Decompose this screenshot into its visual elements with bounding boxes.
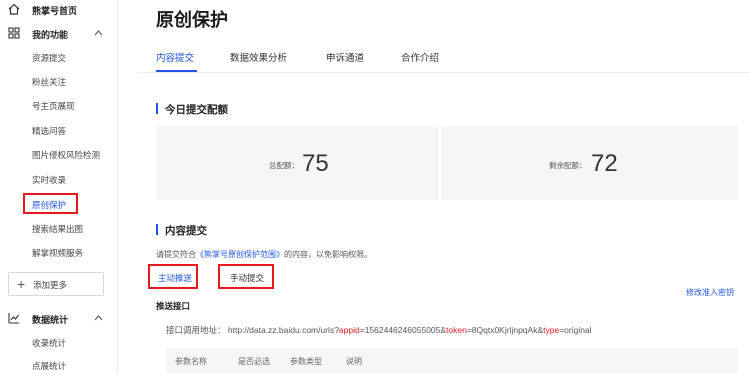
active-highlight-box: [23, 193, 78, 214]
chevron-up-icon[interactable]: [94, 314, 103, 322]
chevron-up-icon[interactable]: [94, 29, 103, 37]
sidebar-item-label: 收录统计: [32, 338, 67, 348]
sidebar-item-resource-submit[interactable]: 资源提交: [0, 48, 118, 66]
protection-scope-link[interactable]: 《熊掌号原创保护范围》: [196, 250, 284, 259]
endpoint-base: http://data.zz.baidu.com/urls?: [227, 325, 339, 335]
remaining-quota-card: 剩余配额： 72: [441, 126, 738, 200]
sidebar-item-label: 图片侵权风险检测: [32, 150, 101, 160]
total-quota-card: 总配额： 75: [156, 126, 438, 200]
table-header-cell: 参数类型: [290, 357, 322, 366]
modify-key-link[interactable]: 修改准入密钥: [686, 287, 734, 298]
param-token-val: =8Qqtx0KjrljnpqAk&: [466, 325, 544, 335]
tab-data-analysis[interactable]: 数据效果分析: [230, 50, 287, 64]
sidebar-group-data-stats[interactable]: 数据统计: [0, 309, 118, 327]
tab-content-submit[interactable]: 内容提交: [156, 50, 194, 64]
table-header-cell: 参数名称: [175, 357, 207, 366]
section-title-content-submit: 内容提交: [156, 223, 207, 238]
sidebar-item-home[interactable]: 熊掌号首页: [0, 0, 118, 18]
total-quota-label: 总配额：: [269, 161, 299, 170]
sub-tab-manual-submit[interactable]: 手动提交: [218, 264, 274, 289]
sidebar-item-label: 熊掌号首页: [32, 6, 78, 16]
desc-suffix: 的内容，以免影响权限。: [284, 250, 372, 259]
sidebar-item-index-stats[interactable]: 收录统计: [0, 333, 118, 351]
table-header-cell: 是否必选: [238, 357, 270, 366]
endpoint-label: 接口调用地址：: [166, 325, 226, 335]
add-more-button[interactable]: + 添加更多: [8, 272, 104, 296]
param-appid-val: =1562446246055005&: [359, 325, 447, 335]
sidebar-item-label: 实时收录: [32, 175, 67, 185]
sidebar-group-label: 我的功能: [32, 30, 69, 40]
sidebar-item-fans[interactable]: 粉丝关注: [0, 72, 118, 90]
sub-tab-label: 手动提交: [230, 273, 265, 283]
desc-prefix: 请提交符合: [156, 250, 196, 259]
sidebar-item-label: 资源提交: [32, 53, 67, 63]
param-type-key: type: [543, 325, 560, 335]
table-header-cell: 说明: [346, 357, 362, 366]
submit-description: 请提交符合《熊掌号原创保护范围》的内容，以免影响权限。: [156, 249, 372, 260]
total-quota-value: 75: [302, 150, 329, 177]
sidebar-item-qa[interactable]: 精选问答: [0, 121, 118, 139]
sidebar-item-label: 号主页展现: [32, 101, 75, 111]
sidebar-item-label: 粉丝关注: [32, 77, 67, 87]
sub-tab-active-push[interactable]: 主动推送: [148, 264, 198, 289]
sidebar: 熊掌号首页 我的功能 资源提交 粉丝关注 号主页展现 精选问答 图片侵权风险检测…: [0, 0, 118, 374]
sidebar-item-click-stats[interactable]: 点展统计: [0, 356, 118, 374]
chart-icon: [8, 313, 19, 324]
sidebar-item-label: 点展统计: [32, 361, 67, 371]
sidebar-group-my-functions[interactable]: 我的功能: [0, 24, 118, 42]
sidebar-item-video-service[interactable]: 解掌视频服务: [0, 243, 118, 261]
plus-icon: +: [17, 276, 26, 292]
sidebar-item-label: 解掌视频服务: [32, 248, 84, 258]
sidebar-item-realtime-index[interactable]: 实时收录: [0, 170, 118, 188]
home-icon: [8, 3, 20, 15]
add-more-label: 添加更多: [33, 280, 68, 290]
tabs-divider: [138, 72, 750, 73]
endpoint-url: 接口调用地址： http://data.zz.baidu.com/urls?ap…: [166, 324, 592, 336]
tab-cooperation[interactable]: 合作介绍: [401, 50, 439, 64]
param-type-val: =original: [559, 325, 592, 335]
remaining-quota-label: 剩余配额：: [549, 161, 587, 170]
tab-appeal[interactable]: 申诉通道: [326, 50, 364, 64]
page-title: 原创保护: [156, 10, 228, 30]
grid-icon: [8, 27, 20, 39]
sidebar-group-label: 数据统计: [32, 315, 69, 325]
sidebar-item-image-infringement[interactable]: 图片侵权风险检测: [0, 145, 118, 163]
sidebar-item-search-images[interactable]: 搜索结果出图: [0, 219, 118, 237]
param-token-key: token: [446, 325, 467, 335]
params-table-header: 参数名称 是否必选 参数类型 说明: [166, 348, 738, 374]
sidebar-item-label: 搜索结果出图: [32, 224, 84, 234]
sub-tab-label: 主动推送: [158, 273, 193, 283]
sidebar-item-homepage-display[interactable]: 号主页展现: [0, 96, 118, 114]
push-api-label: 推送接口: [156, 301, 191, 311]
remaining-quota-value: 72: [591, 150, 618, 177]
section-title-today-quota: 今日提交配额: [156, 102, 228, 117]
sidebar-item-label: 精选问答: [32, 126, 67, 136]
param-appid-key: appid: [338, 325, 360, 335]
